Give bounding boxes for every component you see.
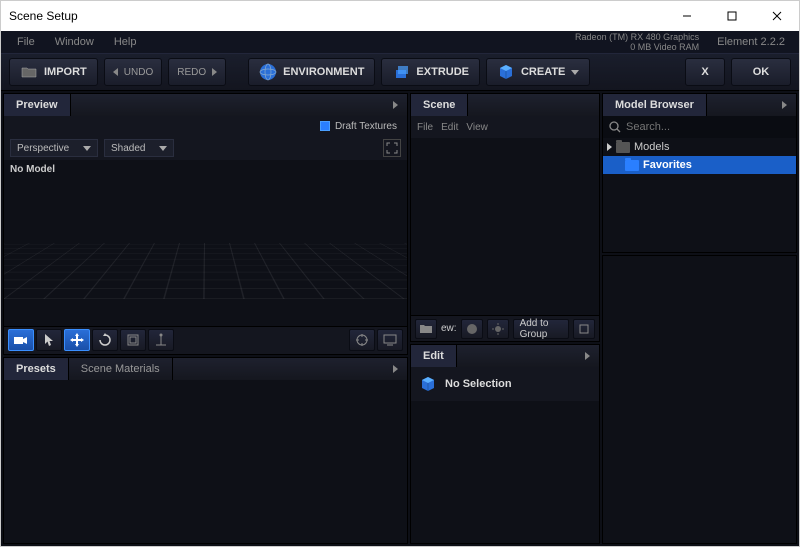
menu-help[interactable]: Help <box>104 36 147 48</box>
camera-tool-button[interactable] <box>8 329 34 351</box>
render-tool-button[interactable] <box>377 329 403 351</box>
scene-panel-header: Scene <box>411 94 599 116</box>
select-tool-button[interactable] <box>36 329 62 351</box>
scene-edit-menu[interactable]: Edit <box>441 122 458 133</box>
draft-textures-label: Draft Textures <box>335 121 397 132</box>
add-to-group-button[interactable]: Add to Group <box>513 319 569 339</box>
edit-selection-row: No Selection <box>411 367 599 401</box>
chevron-down-icon <box>83 146 91 151</box>
tab-preview[interactable]: Preview <box>4 94 71 116</box>
extrude-button[interactable]: EXTRUDE <box>381 58 480 86</box>
presets-panel-header: Presets Scene Materials <box>4 358 407 380</box>
window-titlebar: Scene Setup <box>1 1 799 31</box>
folder-icon <box>616 142 630 153</box>
no-selection-label: No Selection <box>445 378 512 390</box>
browser-panel-header: Model Browser <box>603 94 796 116</box>
new-light-button[interactable] <box>487 319 509 339</box>
app-brand: Element 2.2.2 <box>709 36 793 48</box>
gpu-vram: 0 MB Video RAM <box>575 42 699 52</box>
gpu-name: Radeon (TM) RX 480 Graphics <box>575 32 699 42</box>
new-sphere-button[interactable] <box>461 319 483 339</box>
menubar: File Window Help Radeon (TM) RX 480 Grap… <box>1 31 799 53</box>
shaded-dropdown[interactable]: Shaded <box>104 139 174 157</box>
environment-button[interactable]: ENVIRONMENT <box>248 58 375 86</box>
menu-file[interactable]: File <box>7 36 45 48</box>
browser-tree[interactable]: Models Favorites <box>603 138 796 252</box>
new-folder-button[interactable] <box>415 319 437 339</box>
menu-window[interactable]: Window <box>45 36 104 48</box>
draft-textures-row: Draft Textures <box>4 116 407 136</box>
chevron-down-icon <box>159 146 167 151</box>
tab-model-browser[interactable]: Model Browser <box>603 94 707 116</box>
scene-submenu: File Edit View <box>411 116 599 138</box>
anchor-tool-button[interactable] <box>148 329 174 351</box>
scene-footer: ew: Add to Group <box>411 315 599 341</box>
scene-tree[interactable] <box>411 138 599 315</box>
viewport-toolbar <box>4 326 407 354</box>
presets-body <box>4 380 407 543</box>
import-button[interactable]: IMPORT <box>9 58 98 86</box>
panel-expand-icon[interactable] <box>387 97 403 113</box>
fullscreen-button[interactable] <box>383 139 401 157</box>
window-title: Scene Setup <box>9 9 78 23</box>
chevron-right-icon <box>212 68 217 76</box>
scene-options-button[interactable] <box>573 319 595 339</box>
panel-expand-icon[interactable] <box>387 361 403 377</box>
tree-item-favorites[interactable]: Favorites <box>603 156 796 174</box>
globe-icon <box>259 63 277 81</box>
folder-icon <box>625 160 639 171</box>
focus-tool-button[interactable] <box>349 329 375 351</box>
rotate-tool-button[interactable] <box>92 329 118 351</box>
viewport-grid <box>4 243 407 299</box>
gpu-info: Radeon (TM) RX 480 Graphics 0 MB Video R… <box>575 32 709 52</box>
edit-panel-header: Edit <box>411 345 599 367</box>
tab-edit[interactable]: Edit <box>411 345 457 367</box>
cube-icon <box>419 375 437 393</box>
extrude-icon <box>392 63 410 81</box>
chevron-down-icon <box>571 70 579 75</box>
tree-item-models[interactable]: Models <box>603 138 796 156</box>
scene-view-menu[interactable]: View <box>466 122 488 133</box>
browser-search-row <box>603 116 796 138</box>
panel-expand-icon[interactable] <box>579 348 595 364</box>
window-close-button[interactable] <box>754 1 799 31</box>
cancel-button[interactable]: X <box>685 58 725 86</box>
move-tool-button[interactable] <box>64 329 90 351</box>
preview-viewport[interactable]: No Model <box>4 160 407 326</box>
folder-icon <box>20 63 38 81</box>
edit-body <box>411 401 599 543</box>
tab-scene[interactable]: Scene <box>411 94 468 116</box>
browser-preview-body <box>603 256 796 543</box>
window-maximize-button[interactable] <box>709 1 754 31</box>
undo-button[interactable]: UNDO <box>104 58 162 86</box>
preview-panel-header: Preview <box>4 94 407 116</box>
redo-button[interactable]: REDO <box>168 58 226 86</box>
search-icon <box>609 121 621 133</box>
browser-search-input[interactable] <box>626 121 790 133</box>
expand-icon <box>607 143 612 151</box>
scale-tool-button[interactable] <box>120 329 146 351</box>
create-button[interactable]: CREATE <box>486 58 590 86</box>
scene-file-menu[interactable]: File <box>417 122 433 133</box>
no-model-label: No Model <box>10 164 55 175</box>
draft-textures-checkbox[interactable] <box>320 121 330 131</box>
window-minimize-button[interactable] <box>664 1 709 31</box>
ok-button[interactable]: OK <box>731 58 791 86</box>
main-toolbar: IMPORT UNDO REDO ENVIRONMENT <box>1 53 799 91</box>
new-label: ew: <box>441 323 457 334</box>
chevron-left-icon <box>113 68 118 76</box>
tab-presets[interactable]: Presets <box>4 358 69 380</box>
panel-expand-icon[interactable] <box>776 97 792 113</box>
cube-icon <box>497 63 515 81</box>
tab-scene-materials[interactable]: Scene Materials <box>69 358 173 380</box>
perspective-dropdown[interactable]: Perspective <box>10 139 98 157</box>
